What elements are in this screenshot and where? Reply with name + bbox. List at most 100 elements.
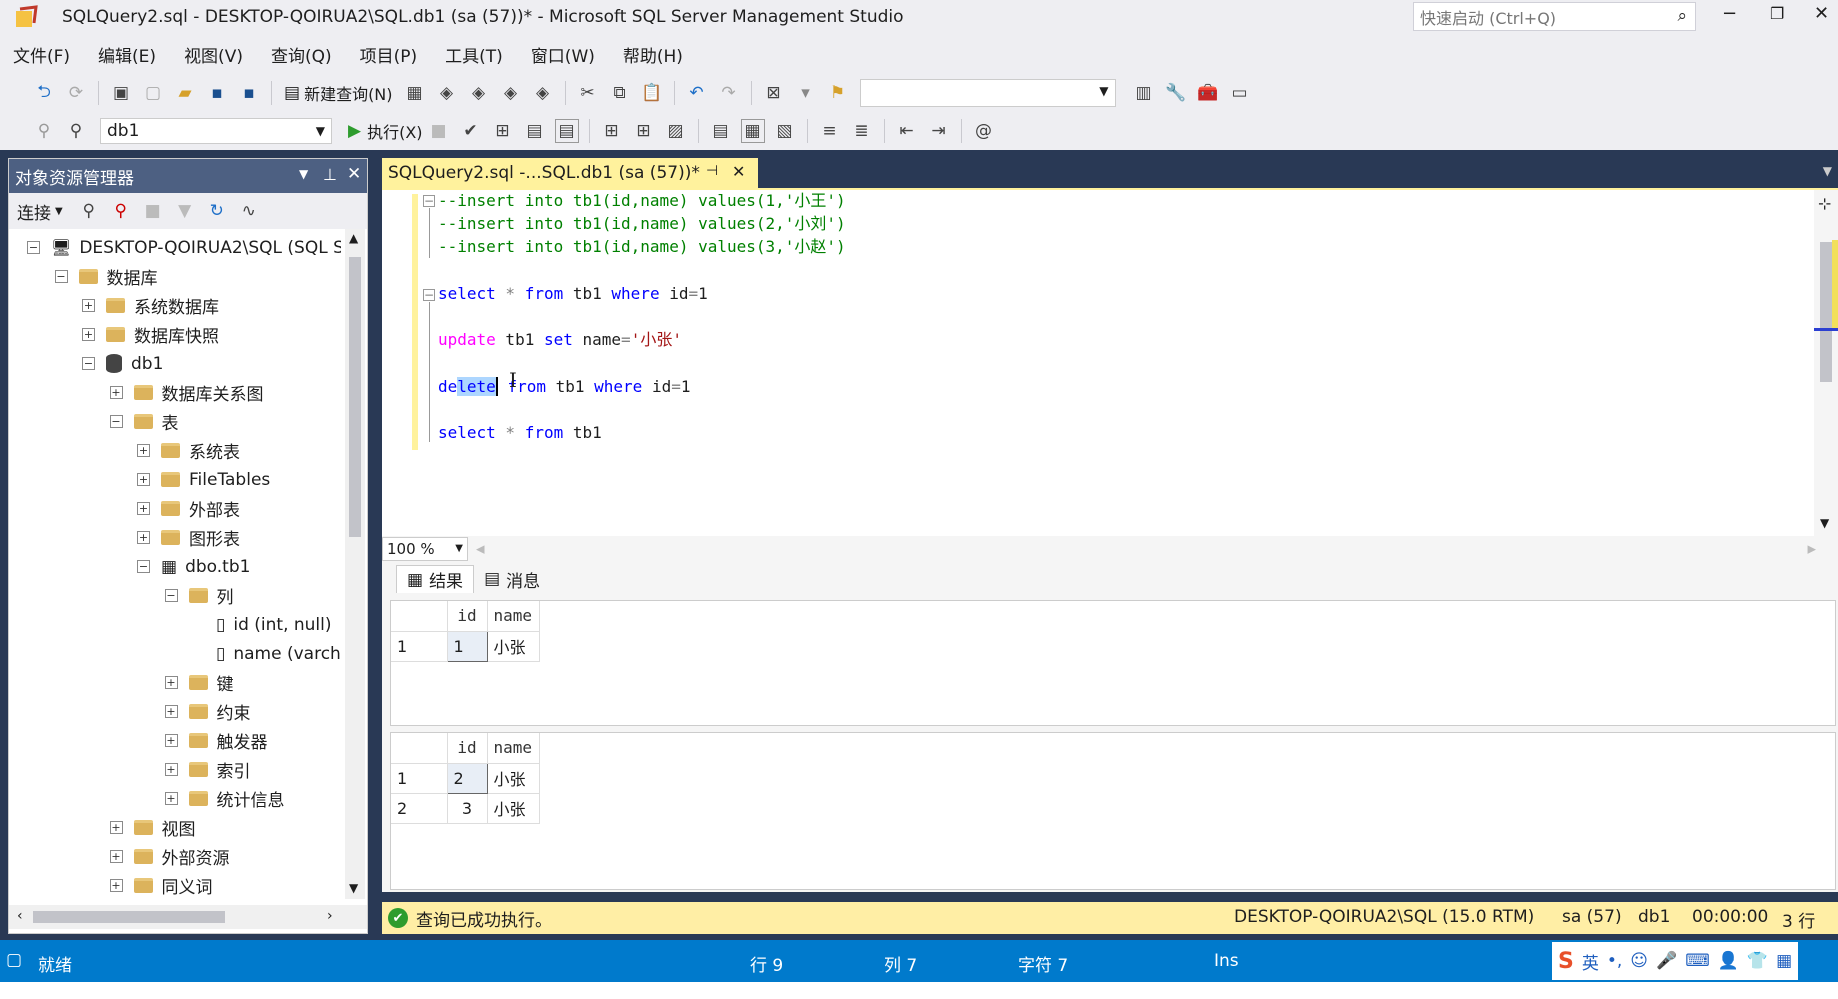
- parse-icon[interactable]: ✔: [459, 119, 483, 143]
- column-header[interactable]: id: [447, 601, 488, 632]
- editor-vertical-scrollbar[interactable]: ⊹ ▼: [1814, 190, 1838, 536]
- dax-query-icon[interactable]: ◈: [499, 81, 523, 105]
- grid-cell[interactable]: 小张: [487, 793, 540, 824]
- xmla-query-icon[interactable]: ◈: [467, 81, 491, 105]
- ime-toolbar[interactable]: S 英 •, ☺ 🎤 ⌨ 👤 👕 ▦: [1552, 942, 1799, 980]
- table-row[interactable]: 1 2 小张: [391, 762, 540, 794]
- back-icon[interactable]: ⮌: [32, 81, 56, 105]
- live-stats-icon[interactable]: ⊞: [632, 119, 656, 143]
- redo-icon[interactable]: ↷: [717, 81, 741, 105]
- tree-item[interactable]: − db1: [82, 349, 163, 378]
- quick-launch[interactable]: 快速启动 (Ctrl+Q) ⌕: [1413, 2, 1696, 31]
- undo-icon[interactable]: ↶: [685, 81, 709, 105]
- tree-item[interactable]: + 系统数据库: [82, 291, 219, 320]
- collapse-icon[interactable]: −: [82, 357, 95, 370]
- results-to-text-icon[interactable]: ▤: [709, 119, 733, 143]
- close-icon[interactable]: ✕: [347, 164, 361, 184]
- expand-icon[interactable]: +: [137, 444, 150, 457]
- tree-item[interactable]: ▯ name (varcha: [192, 639, 341, 668]
- connect-button[interactable]: 连接: [17, 199, 51, 224]
- collapse-icon[interactable]: −: [109, 415, 123, 428]
- chevron-left-icon[interactable]: ◂: [476, 539, 485, 559]
- tree-item[interactable]: ▯ id (int, null): [192, 610, 332, 639]
- scrollbar-thumb[interactable]: [349, 257, 361, 537]
- execute-button[interactable]: ▶ 执行(X): [348, 119, 423, 143]
- expand-icon[interactable]: +: [109, 850, 123, 863]
- console-icon[interactable]: ▭: [1228, 81, 1252, 105]
- chevron-left-icon[interactable]: ‹: [17, 908, 23, 924]
- tree-item[interactable]: + 数据库快照: [82, 320, 219, 349]
- split-icon[interactable]: ⊹: [1818, 194, 1831, 213]
- comment-icon[interactable]: ≡: [818, 119, 842, 143]
- stop-icon[interactable]: ■: [141, 199, 165, 223]
- chevron-up-icon[interactable]: ▲: [349, 231, 358, 245]
- cut-icon[interactable]: ✂: [576, 81, 600, 105]
- tree-item[interactable]: + 外部资源: [109, 842, 230, 871]
- grid-cell[interactable]: 2: [446, 762, 488, 794]
- expand-icon[interactable]: +: [164, 676, 178, 689]
- collapse-icon[interactable]: −: [54, 270, 68, 283]
- skin-icon[interactable]: 👕: [1747, 951, 1768, 971]
- tree-item[interactable]: + 视图: [109, 813, 196, 842]
- new-query-button[interactable]: ▤ 新建查询(N): [284, 81, 393, 105]
- menu-window[interactable]: 窗口(W): [531, 42, 595, 67]
- tree-item[interactable]: + 约束: [164, 697, 251, 726]
- grid-menu-icon[interactable]: ▦: [1776, 951, 1792, 971]
- chevron-down-icon[interactable]: ▼: [55, 206, 63, 217]
- grid-cell[interactable]: 小张: [487, 763, 540, 794]
- collapse-toggle[interactable]: −: [423, 289, 435, 301]
- tree-item[interactable]: + 同义词: [109, 871, 213, 899]
- column-header[interactable]: id: [447, 733, 488, 764]
- save-icon[interactable]: ▪: [205, 81, 229, 105]
- collapse-toggle[interactable]: −: [423, 195, 435, 207]
- tab-messages[interactable]: ▤ 消息: [474, 565, 550, 593]
- collapse-icon[interactable]: −: [27, 241, 40, 254]
- close-icon[interactable]: ✕: [732, 162, 745, 181]
- punctuation-icon[interactable]: •,: [1607, 951, 1622, 971]
- table-row[interactable]: 1 1 小张: [391, 630, 540, 662]
- expand-icon[interactable]: +: [137, 502, 150, 515]
- query-options-icon[interactable]: ▤: [523, 119, 547, 143]
- ime-language[interactable]: 英: [1582, 949, 1599, 974]
- emoji-icon[interactable]: ☺: [1630, 951, 1648, 971]
- chevron-down-icon[interactable]: ▼: [349, 881, 358, 895]
- find-icon[interactable]: ⚑: [826, 81, 850, 105]
- tree-item[interactable]: + FileTables: [137, 465, 270, 494]
- menu-view[interactable]: 视图(V): [184, 42, 243, 67]
- results-to-grid-icon[interactable]: ▦: [740, 119, 765, 143]
- expand-icon[interactable]: +: [137, 473, 150, 486]
- expand-icon[interactable]: +: [164, 792, 178, 805]
- menu-query[interactable]: 查询(Q): [271, 42, 332, 67]
- expand-icon[interactable]: +: [164, 763, 178, 776]
- add-item-icon[interactable]: ▢: [141, 81, 165, 105]
- connect-icon[interactable]: ⚲: [32, 119, 56, 143]
- tree-item[interactable]: + 统计信息: [164, 784, 285, 813]
- new-project-icon[interactable]: ▣: [109, 81, 133, 105]
- find-combo[interactable]: ▼: [859, 79, 1116, 107]
- result-grid-2[interactable]: id name 1 2 小张 2 3 小张: [390, 732, 1836, 890]
- user-icon[interactable]: 👤: [1718, 951, 1739, 971]
- expand-icon[interactable]: +: [164, 734, 178, 747]
- wrench-icon[interactable]: 🔧: [1164, 81, 1188, 105]
- scrollbar-thumb[interactable]: [1820, 242, 1832, 382]
- tree-item[interactable]: + 触发器: [164, 726, 268, 755]
- tree-item[interactable]: − ▦ dbo.tb1: [137, 552, 250, 581]
- result-grid-1[interactable]: id name 1 1 小张: [390, 600, 1836, 726]
- paste-icon[interactable]: 📋: [640, 81, 664, 105]
- restore-button[interactable]: ❐: [1770, 4, 1784, 23]
- disconnect-icon[interactable]: ⚲: [109, 199, 133, 223]
- tree-vertical-scrollbar[interactable]: ▲ ▼: [345, 229, 365, 899]
- tree-item[interactable]: − 🖥 DESKTOP-QOIRUA2\SQL (SQL S: [27, 233, 341, 262]
- results-to-file-icon[interactable]: ▧: [773, 119, 797, 143]
- expand-icon[interactable]: +: [164, 705, 178, 718]
- scrollbar-thumb[interactable]: [33, 911, 225, 923]
- analysis-query-icon[interactable]: ◈: [531, 81, 555, 105]
- expand-icon[interactable]: +: [137, 531, 150, 544]
- copy-icon[interactable]: ⧉: [608, 81, 632, 105]
- tree-item[interactable]: + 键: [164, 668, 234, 697]
- table-row[interactable]: 2 3 小张: [391, 793, 540, 824]
- tree-horizontal-scrollbar[interactable]: ‹ ›: [9, 905, 367, 929]
- menu-project[interactable]: 项目(P): [360, 42, 418, 67]
- estimated-plan-icon[interactable]: ⊞: [491, 119, 515, 143]
- dmx-query-icon[interactable]: ◈: [435, 81, 459, 105]
